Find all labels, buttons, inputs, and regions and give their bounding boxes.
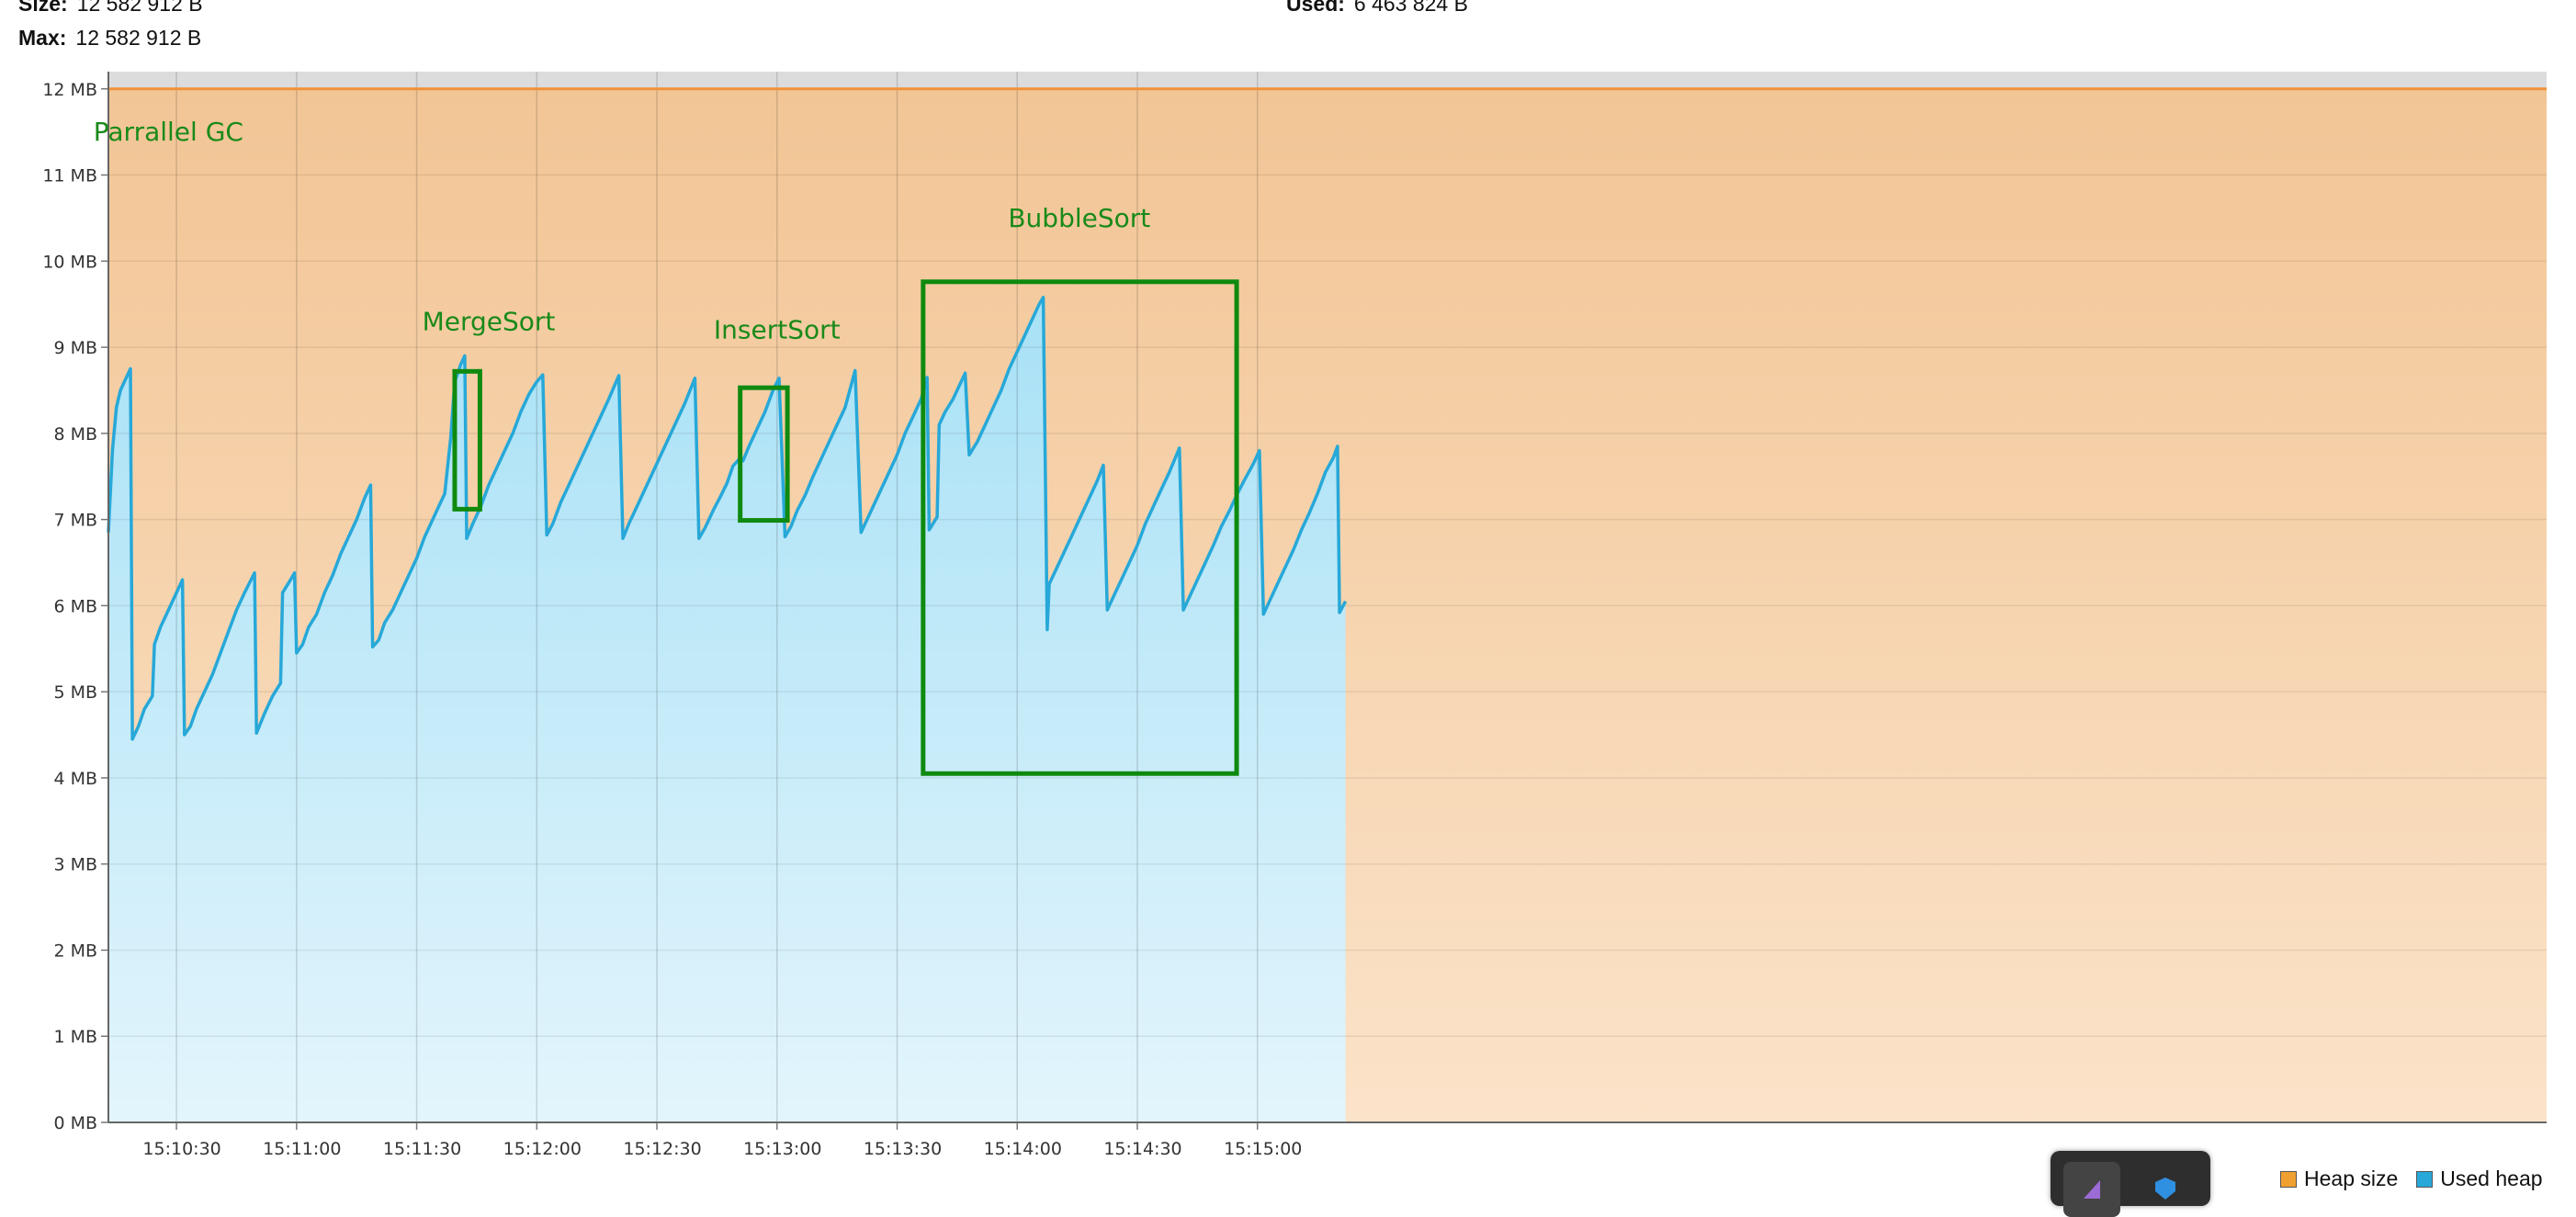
y-tick-label: 0 MB: [53, 1113, 97, 1133]
heap-memory-chart[interactable]: 0 MB 1 MB 2 MB 3 MB 4 MB 5 MB 6 MB 7 MB 8 MB 9 MB…: [0, 0, 2576, 1189]
annotation-label: Parrallel GC: [94, 117, 243, 147]
y-tick-label: 8 MB: [53, 424, 97, 445]
chart-legend: Heap size Used heap: [2280, 1166, 2561, 1191]
y-tick-label: 1 MB: [53, 1027, 97, 1047]
annotation-label: BubbleSort: [1008, 203, 1150, 233]
taskbar-shield-button[interactable]: [2137, 1162, 2194, 1217]
y-tick-label: 3 MB: [53, 855, 97, 875]
x-tick-label: 15:13:30: [864, 1139, 942, 1159]
legend-used-heap[interactable]: Used heap: [2416, 1166, 2543, 1191]
app-icon: [2084, 1180, 2100, 1199]
used-heap-swatch: [2416, 1170, 2434, 1188]
y-tick-label: 7 MB: [53, 511, 97, 531]
x-tick-label: 15:14:00: [984, 1139, 1062, 1159]
y-tick-label: 2 MB: [53, 941, 97, 961]
x-tick-label: 15:10:30: [142, 1139, 220, 1159]
annotation-label: MergeSort: [423, 306, 556, 336]
x-tick-label: 15:12:30: [623, 1139, 701, 1159]
y-tick-label: 12 MB: [42, 80, 97, 100]
y-tick-label: 6 MB: [53, 596, 97, 616]
y-tick-label: 5 MB: [53, 682, 97, 703]
taskbar-app-button[interactable]: [2063, 1162, 2120, 1217]
x-tick-label: 15:11:00: [263, 1139, 341, 1159]
legend-used-heap-label: Used heap: [2440, 1166, 2543, 1190]
legend-heap-size-label: Heap size: [2304, 1166, 2399, 1190]
y-tick-label: 4 MB: [53, 769, 97, 789]
y-tick-label: 10 MB: [42, 252, 97, 272]
shield-icon: [2155, 1178, 2175, 1200]
x-tick-label: 15:15:00: [1224, 1139, 1302, 1159]
x-tick-label: 15:12:00: [503, 1139, 582, 1159]
legend-heap-size[interactable]: Heap size: [2280, 1166, 2398, 1191]
x-tick-label: 15:11:30: [383, 1139, 461, 1159]
x-tick-label: 15:14:30: [1103, 1139, 1181, 1159]
heap-size-swatch: [2280, 1170, 2297, 1188]
annotation-label: InsertSort: [714, 315, 841, 345]
y-tick-label: 9 MB: [53, 338, 97, 358]
taskbar-popup: [2051, 1151, 2210, 1217]
y-tick-label: 11 MB: [42, 166, 97, 186]
x-tick-label: 15:13:00: [743, 1139, 821, 1159]
